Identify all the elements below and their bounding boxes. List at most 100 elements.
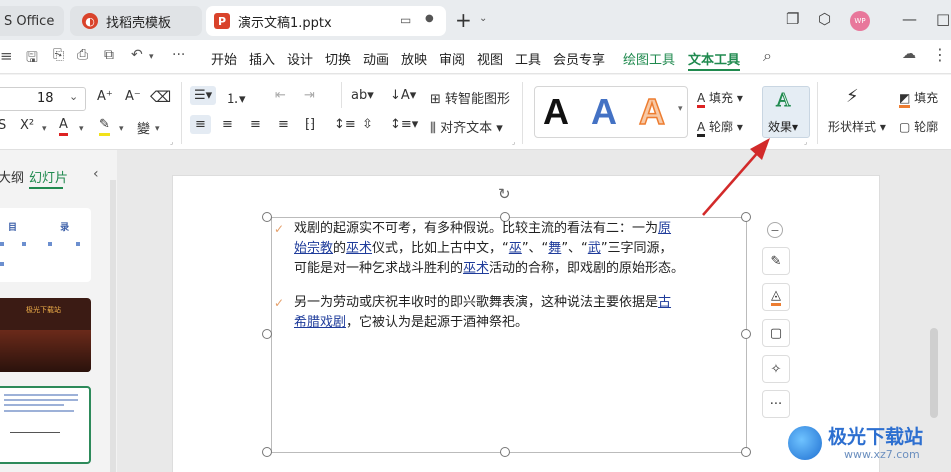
menu-design[interactable]: 设计 [287, 49, 313, 68]
superscript-icon[interactable]: X² [20, 118, 34, 133]
slide-thumbnail-1[interactable]: 目 录 [0, 208, 91, 282]
menu-drawing-tools[interactable]: 绘图工具 [623, 49, 675, 68]
slide-thumbnail-3-selected[interactable] [0, 386, 91, 464]
bullet-list-icon[interactable]: ☰▾ [190, 86, 217, 105]
panel-scrollbar[interactable] [110, 180, 116, 472]
shape-style-icon[interactable]: ⚡ [846, 86, 859, 107]
clear-format-icon[interactable]: ⌫ [150, 88, 171, 106]
avatar[interactable]: WP [850, 11, 870, 31]
smart-graphic-button[interactable]: ⊞ 转智能图形 [430, 88, 510, 107]
menu-transition[interactable]: 切换 [325, 49, 351, 68]
menu-animation[interactable]: 动画 [363, 49, 389, 68]
menu-insert[interactable]: 插入 [249, 49, 275, 68]
outline-button[interactable]: ▢ [762, 319, 790, 347]
font-color-icon[interactable]: A [59, 117, 68, 136]
align-left-icon[interactable]: ≡ [190, 115, 211, 134]
undo-icon[interactable]: ↶ [131, 47, 143, 63]
menu-view[interactable]: 视图 [477, 49, 503, 68]
more-options-button[interactable]: ··· [762, 390, 790, 418]
strikethrough-icon[interactable]: S [0, 118, 6, 133]
collapse-panel-icon[interactable]: ‹ [93, 166, 99, 182]
font-size-select[interactable]: 18 ⌄ [0, 87, 86, 111]
shape-outline-button[interactable]: ▢ 轮廓 [899, 118, 938, 135]
more-icon[interactable]: ··· [172, 47, 185, 63]
search-icon[interactable]: ⌕ [763, 46, 772, 66]
menu-member[interactable]: 会员专享 [553, 49, 605, 68]
increase-indent-icon[interactable]: ⇥ [304, 88, 315, 103]
link-icon[interactable]: ⎘ [53, 47, 64, 63]
sort-icon[interactable]: ↓A▾ [390, 88, 416, 103]
link-text[interactable]: 舞 [548, 241, 561, 256]
canvas-scrollbar[interactable] [930, 328, 938, 418]
copy-icon[interactable]: ⧉ [104, 47, 114, 63]
cloud-icon[interactable]: ☁ [902, 46, 916, 62]
resize-handle[interactable] [500, 447, 510, 457]
highlight-icon[interactable]: ✎ [99, 117, 110, 136]
dialog-launcher-icon[interactable]: ⌟ [170, 138, 173, 146]
numbered-list-icon[interactable]: ⒈▾ [226, 88, 246, 107]
undo-dropdown-icon[interactable]: ▾ [149, 52, 154, 62]
menu-review[interactable]: 审阅 [439, 49, 465, 68]
tab-template[interactable]: ◐ 找稻壳模板 [70, 6, 202, 36]
chevron-down-icon[interactable]: ▾ [119, 124, 124, 134]
tab-slides[interactable]: 幻灯片 [29, 167, 68, 186]
new-tab-plus-icon[interactable]: + [455, 8, 472, 32]
line-spacing-2-icon[interactable]: ↕≡▾ [390, 117, 418, 132]
link-text[interactable]: 古 [658, 295, 671, 310]
line-spacing-icon[interactable]: ↕≡ [334, 117, 356, 132]
save-icon[interactable]: 🖫 [26, 47, 38, 71]
link-text[interactable]: 原 [658, 221, 671, 236]
text-style-orange-outline[interactable]: A [638, 90, 666, 133]
shape-fill-button[interactable]: ◩ 填充 [899, 89, 938, 108]
link-text[interactable]: 巫 [509, 241, 522, 256]
align-text-button[interactable]: ⫼ 对齐文本 ▾ [430, 117, 503, 136]
fill-button[interactable]: ◬ [762, 283, 790, 311]
decrease-indent-icon[interactable]: ⇤ [275, 88, 286, 103]
justify-icon[interactable]: ≡ [278, 117, 289, 132]
tab-outline[interactable]: 大纲 [0, 167, 24, 186]
menu-slideshow[interactable]: 放映 [401, 49, 427, 68]
restore-window-icon[interactable]: ❐ [786, 10, 799, 28]
edit-shape-button[interactable]: ✎ [762, 247, 790, 275]
shape-style-button[interactable]: 形状样式 ▾ [828, 118, 886, 135]
link-text[interactable]: 巫术 [463, 261, 489, 276]
link-text[interactable]: 希腊戏剧 [294, 315, 346, 330]
text-style-blue[interactable]: A [591, 91, 617, 133]
resize-handle[interactable] [262, 212, 272, 222]
menu-home[interactable]: 开始 [211, 49, 237, 68]
link-text[interactable]: 巫术 [346, 241, 372, 256]
resize-handle[interactable] [262, 447, 272, 457]
menu-hamburger-icon[interactable]: ≡ [0, 47, 13, 65]
align-right-icon[interactable]: ≡ [250, 117, 261, 132]
print-icon[interactable]: ⎙ [77, 47, 88, 63]
cube-icon[interactable]: ⬡ [818, 10, 831, 28]
resize-handle[interactable] [741, 329, 751, 339]
slide-thumbnail-2[interactable]: 极光下载站 [0, 298, 91, 372]
rotate-handle-icon[interactable]: ↻ [498, 185, 511, 203]
text-fill-button[interactable]: A 填充 ▾ [697, 89, 743, 108]
chevron-down-icon[interactable]: ▾ [79, 124, 84, 134]
dialog-launcher-icon[interactable]: ⌟ [804, 138, 807, 146]
phonetic-icon[interactable]: 變 [137, 118, 150, 137]
chevron-down-icon[interactable]: ▾ [155, 124, 160, 134]
link-text[interactable]: 武 [588, 241, 601, 256]
dialog-launcher-icon[interactable]: ⌟ [512, 138, 515, 146]
align-center-icon[interactable]: ≡ [222, 117, 233, 132]
distribute-icon[interactable]: ⁅⁆ [305, 117, 315, 132]
decrease-font-icon[interactable]: A⁻ [125, 89, 141, 104]
link-text[interactable]: 始宗教 [294, 241, 333, 256]
chevron-down-icon[interactable]: ▾ [42, 124, 47, 134]
paragraph-spacing-icon[interactable]: ⇳ [362, 117, 373, 132]
gallery-more-icon[interactable]: ▾ [678, 104, 683, 114]
menu-text-tools[interactable]: 文本工具 [688, 49, 740, 68]
minimize-icon[interactable]: — [902, 10, 917, 28]
magic-tools-button[interactable]: ✧ [762, 355, 790, 383]
increase-font-icon[interactable]: A⁺ [97, 89, 113, 104]
resize-handle[interactable] [741, 447, 751, 457]
resize-handle[interactable] [262, 329, 272, 339]
maximize-icon[interactable]: □ [936, 10, 950, 28]
monitor-icon[interactable]: ▭ [400, 13, 411, 27]
tab-document[interactable]: P 演示文稿1.pptx ▭ ● [206, 6, 446, 36]
tab-wps-office[interactable]: S Office [0, 6, 64, 36]
more-menu-icon[interactable]: ⋮ [932, 45, 948, 64]
